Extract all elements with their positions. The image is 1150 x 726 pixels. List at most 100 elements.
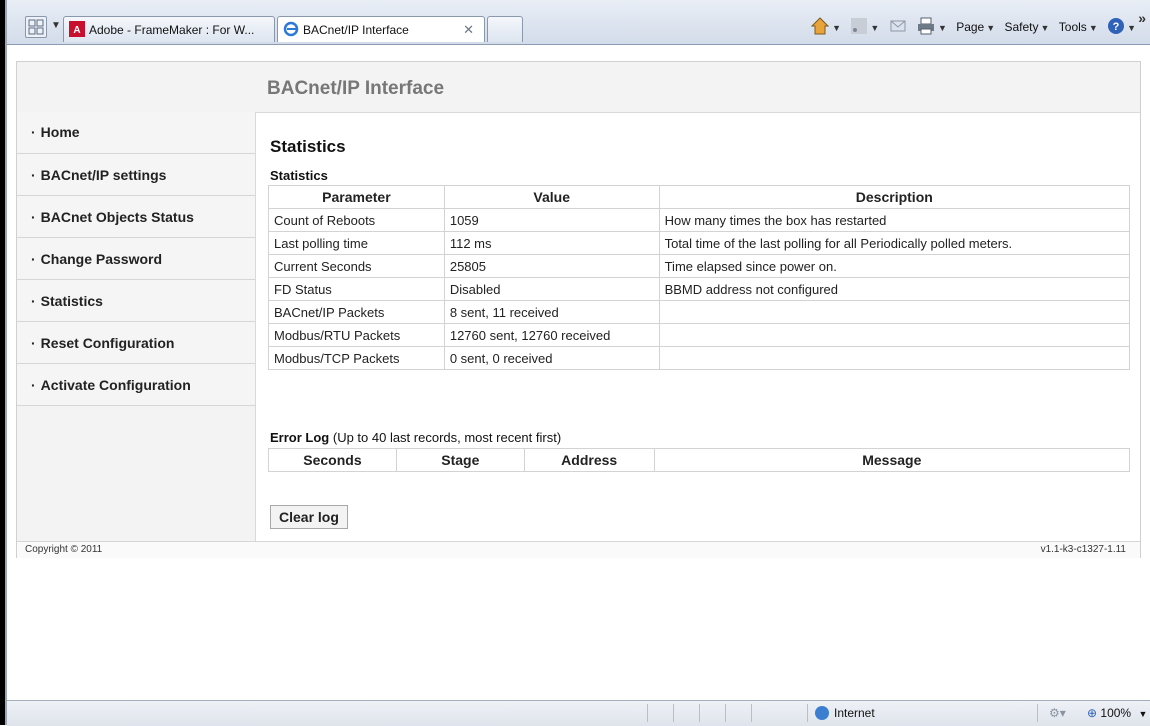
printer-icon [917, 17, 934, 35]
parameter-cell: FD Status [268, 277, 445, 301]
read-mail-button[interactable] [889, 14, 907, 40]
quick-tabs-icon [28, 19, 44, 35]
sidebar-item-change-password[interactable]: · Change Password [17, 238, 255, 280]
column-header-address: Address [523, 448, 655, 472]
tools-menu[interactable]: Tools ▼ [1059, 14, 1098, 41]
safety-menu[interactable]: Safety ▼ [1005, 14, 1050, 41]
sidebar-item-label: Statistics [40, 293, 103, 309]
zoom-level-button[interactable]: ⊕ 100% ▼ [1087, 704, 1147, 724]
error-log-table: Seconds Stage Address Message [268, 448, 1131, 472]
mail-icon [890, 20, 906, 32]
tab-framemaker[interactable]: A Adobe - FrameMaker : For W... [63, 16, 275, 42]
page-footer: Copyright © 2011 v1.1-k3-c1327-1.11 [17, 541, 1140, 558]
web-page-panel: BACnet/IP Interface · Home · BACnet/IP set… [16, 61, 1141, 558]
sidebar-item-reset-configuration[interactable]: · Reset Configuration [17, 322, 255, 364]
protected-mode-button[interactable]: ⚙▾ [1049, 704, 1066, 723]
sidebar-item-bacnet-objects-status[interactable]: · BACnet Objects Status [17, 196, 255, 238]
value-cell: 12760 sent, 12760 received [443, 323, 660, 347]
feeds-button[interactable]: ▼ [850, 14, 879, 41]
column-header-stage: Stage [395, 448, 525, 472]
svg-text:?: ? [1113, 21, 1120, 33]
page-menu[interactable]: Page ▼ [956, 14, 995, 41]
sidebar-item-label: Reset Configuration [40, 335, 175, 351]
new-tab-button[interactable] [487, 16, 523, 42]
tab-bacnet-interface[interactable]: BACnet/IP Interface ✕ [277, 16, 485, 42]
quick-tabs-button[interactable] [25, 16, 47, 38]
sidebar-item-label: Home [40, 124, 80, 140]
toolbar-overflow-icon[interactable]: » [1138, 10, 1146, 26]
description-cell [658, 300, 1131, 324]
sidebar-item-label: Activate Configuration [40, 377, 191, 393]
status-divider [807, 704, 808, 722]
security-zone-label: Internet [834, 706, 875, 720]
error-log-note: (Up to 40 last records, most recent firs… [332, 430, 562, 445]
globe-icon [815, 706, 829, 720]
status-divider [647, 704, 648, 722]
page-header-title: BACnet/IP Interface [267, 78, 445, 99]
page-title: Statistics [270, 137, 346, 156]
home-button[interactable]: ▼ [810, 14, 841, 41]
sidebar-item-statistics[interactable]: · Statistics [17, 280, 255, 322]
page-menu-label: Page [956, 20, 985, 34]
help-icon: ? [1108, 18, 1125, 34]
description-cell: How many times the box has restarted [658, 208, 1131, 232]
description-cell: BBMD address not configured [658, 277, 1131, 301]
home-icon [810, 17, 830, 35]
browser-tab-bar: ▼ A Adobe - FrameMaker : For W... BACnet… [7, 0, 1150, 45]
status-divider [1037, 704, 1038, 722]
table-header-row: Parameter Value Description [268, 185, 1131, 209]
page-header: BACnet/IP Interface [17, 62, 1140, 113]
svg-text:A: A [73, 25, 80, 36]
safety-menu-label: Safety [1004, 20, 1039, 34]
status-divider [699, 704, 700, 722]
tab-list-dropdown-icon[interactable]: ▼ [51, 20, 61, 31]
close-tab-icon[interactable]: ✕ [463, 17, 474, 42]
browser-status-bar: Internet ⚙▾ ⊕ 100% ▼ [7, 700, 1150, 726]
error-log-heading: Error Log (Up to 40 last records, most r… [270, 430, 561, 445]
sidebar-item-activate-configuration[interactable]: · Activate Configuration [17, 364, 255, 406]
statistics-table-title: Statistics [270, 168, 328, 183]
status-divider [673, 704, 674, 722]
tab-label: Adobe - FrameMaker : For W... [89, 23, 255, 37]
value-cell: 112 ms [443, 231, 660, 255]
bullet-icon: · [31, 335, 36, 351]
column-header-seconds: Seconds [268, 448, 397, 472]
bullet-icon: · [31, 251, 36, 267]
sidebar-item-home[interactable]: · Home [17, 112, 255, 154]
protected-mode-icon: ⚙▾ [1049, 706, 1066, 720]
table-row: Modbus/TCP Packets 0 sent, 0 received [268, 346, 1131, 370]
print-button[interactable]: ▼ [916, 14, 947, 41]
sidebar-item-bacnet-ip-settings[interactable]: · BACnet/IP settings [17, 154, 255, 196]
parameter-cell: Last polling time [268, 231, 445, 255]
parameter-cell: BACnet/IP Packets [268, 300, 445, 324]
clear-log-button[interactable]: Clear log [270, 505, 348, 529]
sidebar-item-label: BACnet Objects Status [40, 209, 194, 225]
zoom-level-value: 100% [1100, 706, 1132, 720]
copyright-text: Copyright © 2011 [25, 544, 103, 555]
description-cell [658, 323, 1131, 347]
parameter-cell: Modbus/RTU Packets [268, 323, 445, 347]
column-header-value: Value [443, 185, 660, 209]
column-header-description: Description [658, 185, 1131, 209]
sidebar-item-label: BACnet/IP settings [40, 167, 167, 183]
table-row: BACnet/IP Packets 8 sent, 11 received [268, 300, 1131, 324]
column-header-message: Message [653, 448, 1131, 472]
zoom-icon: ⊕ [1087, 706, 1098, 720]
table-row: FD Status Disabled BBMD address not conf… [268, 277, 1131, 301]
sidebar-item-label: Change Password [40, 251, 163, 267]
security-zone[interactable]: Internet [815, 704, 875, 723]
bullet-icon: · [31, 293, 36, 309]
parameter-cell: Current Seconds [268, 254, 445, 278]
value-cell: Disabled [443, 277, 660, 301]
table-row: Count of Reboots 1059 How many times the… [268, 208, 1131, 232]
chevron-down-icon: ▼ [1138, 709, 1148, 719]
status-divider [751, 704, 752, 722]
version-text: v1.1-k3-c1327-1.11 [1040, 544, 1126, 555]
bullet-icon: · [31, 209, 36, 225]
command-bar: ▼ ▼ ▼ Page ▼ Safety ▼ Tools ▼ ? ▼ [804, 14, 1136, 40]
description-cell: Time elapsed since power on. [658, 254, 1131, 278]
table-header-row: Seconds Stage Address Message [268, 448, 1131, 472]
bullet-icon: · [31, 167, 36, 183]
error-log-title: Error Log [270, 430, 330, 445]
help-button[interactable]: ? ▼ [1107, 14, 1136, 41]
